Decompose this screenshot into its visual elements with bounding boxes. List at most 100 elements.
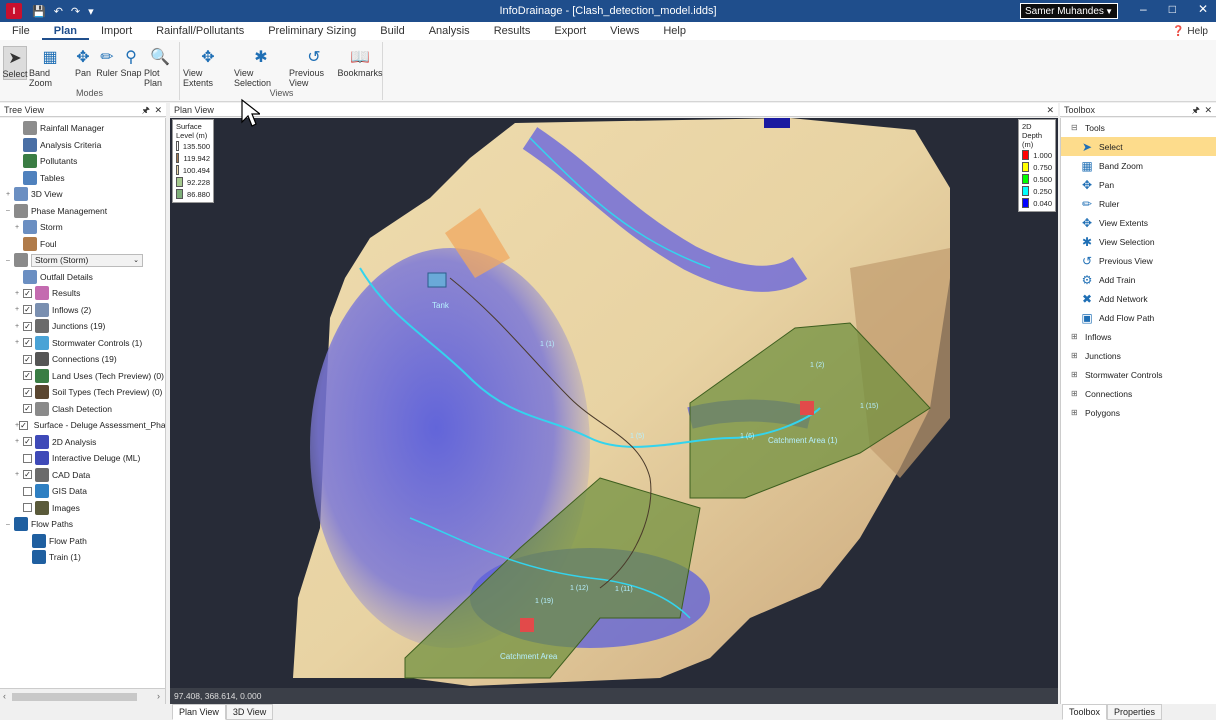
previous-view-button[interactable]: ↺ Previous View	[289, 46, 339, 88]
layer-checkbox[interactable]	[23, 503, 32, 513]
layer-checkbox[interactable]: ✓	[23, 404, 32, 414]
view-selection-button[interactable]: ✱ View Selection	[234, 46, 288, 88]
tree-item[interactable]: +3D View	[0, 186, 165, 203]
view-extents-button[interactable]: ✥ View Extents	[183, 46, 233, 88]
pan-button[interactable]: ✥ Pan	[72, 46, 94, 78]
catchment-icon[interactable]	[800, 401, 814, 415]
layer-checkbox[interactable]: ✓	[23, 338, 32, 348]
snap-button[interactable]: ⚲ Snap	[120, 46, 142, 78]
layer-checkbox[interactable]: ✓	[23, 288, 32, 298]
tree-item[interactable]: Flow Path	[0, 533, 165, 550]
tree-item[interactable]: + ✓ Results	[0, 285, 165, 302]
tree-horizontal-scrollbar[interactable]: ‹ ›	[0, 688, 165, 704]
toolbox-tool[interactable]: ▦ Band Zoom	[1061, 156, 1216, 175]
tree-item[interactable]: – Phase Management	[0, 203, 165, 220]
expand-icon[interactable]: +	[15, 339, 23, 346]
tab-file[interactable]: File	[0, 22, 42, 40]
app-logo-icon[interactable]: I	[6, 3, 22, 19]
toolbox-tool[interactable]: ✥ View Extents	[1061, 213, 1216, 232]
toolbox-category[interactable]: ⊞ Polygons	[1061, 403, 1216, 422]
tab-rainfall-pollutants[interactable]: Rainfall/Pollutants	[144, 22, 256, 40]
toolbox-tool[interactable]: ⚙ Add Train	[1061, 270, 1216, 289]
expand-icon[interactable]: +	[15, 438, 23, 445]
tree-item[interactable]: Train (1)	[0, 549, 165, 566]
layer-checkbox[interactable]: ✓	[19, 420, 28, 430]
tree-item[interactable]: Images	[0, 500, 165, 517]
toolbox-tool[interactable]: ✖ Add Network	[1061, 289, 1216, 308]
tree-item[interactable]: + ✓ Inflows (2)	[0, 302, 165, 319]
expand-icon[interactable]: +	[15, 224, 23, 231]
undo-icon[interactable]: ↶	[54, 5, 63, 18]
tree-item[interactable]: – Flow Paths	[0, 516, 165, 533]
tank-icon[interactable]	[427, 272, 447, 288]
catchment-icon-2[interactable]	[520, 618, 534, 632]
ruler-button[interactable]: ✏ Ruler	[96, 46, 118, 78]
toolbox-category[interactable]: ⊞ Inflows	[1061, 327, 1216, 346]
tree-item[interactable]: Pollutants	[0, 153, 165, 170]
toolbox-tool[interactable]: ✥ Pan	[1061, 175, 1216, 194]
phase-dropdown[interactable]: Storm (Storm) ⌄	[31, 253, 143, 267]
tree-item[interactable]: – Storm (Storm) ⌄	[0, 252, 165, 269]
tab-results[interactable]: Results	[482, 22, 543, 40]
tree-item[interactable]: + ✓ Surface - Deluge Assessment_Phas	[0, 417, 165, 434]
close-window-button[interactable]: ✕	[1198, 2, 1208, 16]
tree-item[interactable]: ✓ Clash Detection	[0, 401, 165, 418]
layer-checkbox[interactable]: ✓	[23, 354, 32, 364]
tab-properties[interactable]: Properties	[1107, 704, 1163, 720]
tree-item[interactable]: Foul	[0, 236, 165, 253]
maximize-button[interactable]: □	[1169, 2, 1176, 16]
scroll-right-icon[interactable]: ›	[157, 691, 160, 701]
collapse-icon[interactable]: –	[6, 207, 14, 214]
tree-item[interactable]: Analysis Criteria	[0, 137, 165, 154]
expand-icon[interactable]: +	[15, 323, 23, 330]
pin-icon[interactable]: 🖈	[1192, 103, 1200, 117]
tree-item[interactable]: GIS Data	[0, 483, 165, 500]
toolbox-tool[interactable]: ➤ Select	[1061, 137, 1216, 156]
close-icon[interactable]: ✕	[154, 103, 162, 117]
collapse-icon[interactable]: –	[6, 257, 14, 264]
user-account-dropdown[interactable]: Samer Muhandes ▼	[1020, 3, 1118, 19]
scroll-left-icon[interactable]: ‹	[3, 691, 6, 701]
toolbox-tool[interactable]: ▣ Add Flow Path	[1061, 308, 1216, 327]
tab-analysis[interactable]: Analysis	[417, 22, 482, 40]
pin-icon[interactable]: 🖈	[142, 103, 150, 117]
layer-checkbox[interactable]: ✓	[23, 371, 32, 381]
tree-item[interactable]: + ✓ Junctions (19)	[0, 318, 165, 335]
tab-import[interactable]: Import	[89, 22, 144, 40]
toolbox-category[interactable]: ⊞ Stormwater Controls	[1061, 365, 1216, 384]
tab-views[interactable]: Views	[598, 22, 651, 40]
tab-plan[interactable]: Plan	[41, 22, 89, 40]
tree-item[interactable]: + Storm	[0, 219, 165, 236]
layer-checkbox[interactable]: ✓	[23, 470, 32, 480]
layer-checkbox[interactable]: ✓	[23, 437, 32, 447]
tab-help[interactable]: Help	[651, 22, 698, 40]
tab-preliminary-sizing[interactable]: Preliminary Sizing	[256, 22, 368, 40]
plot-plan-button[interactable]: 🔍 Plot Plan	[144, 46, 176, 88]
expand-icon[interactable]: +	[15, 306, 23, 313]
tab-build[interactable]: Build	[368, 22, 416, 40]
close-icon[interactable]: ✕	[1046, 103, 1054, 117]
tab-export[interactable]: Export	[542, 22, 598, 40]
layer-checkbox[interactable]: ✓	[23, 305, 32, 315]
customize-icon[interactable]: ▾	[88, 5, 94, 18]
expand-icon[interactable]: +	[15, 290, 23, 297]
tab-toolbox[interactable]: Toolbox	[1062, 704, 1108, 720]
tree-item[interactable]: Interactive Deluge (ML)	[0, 450, 165, 467]
toolbox-tool[interactable]: ↺ Previous View	[1061, 251, 1216, 270]
tree-item[interactable]: + ✓ 2D Analysis	[0, 434, 165, 451]
tree-item[interactable]: Tables	[0, 170, 165, 187]
select-button[interactable]: ➤ Select	[3, 46, 28, 80]
minimize-button[interactable]: –	[1140, 2, 1147, 16]
help-button[interactable]: ❓ Help	[1172, 26, 1208, 37]
save-icon[interactable]: 💾	[32, 5, 46, 18]
band-zoom-button[interactable]: ▦ Band Zoom	[29, 46, 71, 88]
tree-item[interactable]: ✓ Soil Types (Tech Preview) (0)	[0, 384, 165, 401]
toolbox-category-tools[interactable]: ⊟ Tools	[1061, 118, 1216, 137]
toolbox-tool[interactable]: ✏ Ruler	[1061, 194, 1216, 213]
toolbox-category[interactable]: ⊞ Junctions	[1061, 346, 1216, 365]
layer-checkbox[interactable]: ✓	[23, 321, 32, 331]
tree-item[interactable]: + ✓ Stormwater Controls (1)	[0, 335, 165, 352]
tree-item[interactable]: Outfall Details	[0, 269, 165, 286]
tree-item[interactable]: + ✓ CAD Data	[0, 467, 165, 484]
layer-checkbox[interactable]	[23, 486, 32, 496]
